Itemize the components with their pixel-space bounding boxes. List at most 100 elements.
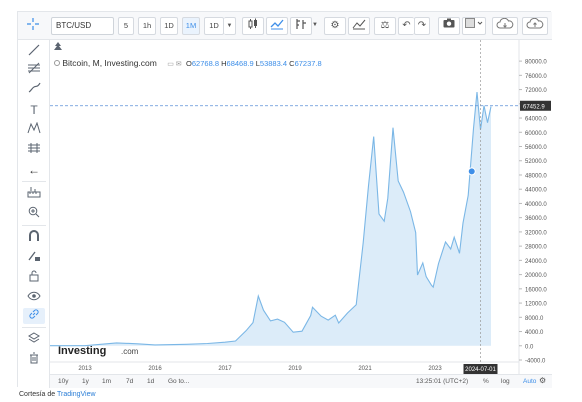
open-value: 62768.8 [191,59,220,68]
auto-toggle[interactable]: Auto [523,377,536,387]
candles-icon[interactable] [242,17,264,35]
y-tick-label: -4000.0 [525,359,546,365]
y-tick-label: 16000.0 [525,287,547,293]
back-arrow-icon[interactable]: ← [23,162,45,178]
drawing-toolbar: T ← [18,40,50,388]
cloud-save-icon[interactable] [522,17,548,35]
range-1m[interactable]: 1m [102,377,111,387]
magnet-icon[interactable] [23,230,45,246]
y-tick-label: 12000.0 [525,302,547,308]
y-tick-label: 44000.0 [525,188,547,194]
crosshair-cursor-icon[interactable] [22,17,44,35]
credit-prefix: Cortesía de [19,391,56,398]
interval-5[interactable]: 5 [118,17,134,35]
tradingview-link[interactable]: TradingView [57,391,96,398]
y-tick-label: 28000.0 [525,245,547,251]
date-marker-label: 2024-07-01 [465,367,496,373]
line-chart-icon[interactable] [266,17,288,35]
investing-logo: Investing [58,345,106,357]
gear-icon[interactable]: ⚙ [324,17,346,35]
y-tick-label: 72000.0 [525,88,547,94]
y-tick-label: 52000.0 [525,159,547,165]
y-tick-label: 24000.0 [525,259,547,265]
legend-status-dot [54,60,60,66]
ohlc-values: O62768.8 H68468.9 L53883.4 C67237.8 [186,59,322,68]
interval-1h[interactable]: 1h [138,17,156,35]
y-tick-label: 0.0 [525,344,534,350]
fib-icon[interactable] [23,62,45,78]
trend-line-icon[interactable] [23,44,45,60]
legend-title: Bitcoin, M, Investing.com [62,58,157,68]
cloud-load-icon[interactable] [492,17,518,35]
indicators-dropdown-icon[interactable]: ▼ [310,17,320,35]
x-tick-label: 2013 [78,366,92,372]
y-tick-label: 60000.0 [525,131,547,137]
zoom-in-icon[interactable] [23,206,45,222]
redo-icon[interactable]: ↷ [414,17,430,35]
link-icon[interactable] [23,308,45,324]
pattern-icon[interactable] [23,121,45,138]
credit: Cortesía de TradingView [19,391,96,398]
brush-icon[interactable] [23,82,45,98]
price-marker-label: 67452.9 [523,104,545,110]
x-tick-label: 2017 [218,366,232,372]
range-7d[interactable]: 7d [126,377,133,387]
chart-canvas[interactable]: 80000.076000.072000.068000.064000.060000… [50,40,552,375]
y-tick-label: 36000.0 [525,216,547,222]
y-tick-label: 48000.0 [525,173,547,179]
y-tick-label: 56000.0 [525,145,547,151]
goto-button[interactable]: Go to... [168,377,189,387]
sidebar-divider [22,181,46,182]
y-tick-label: 8000.0 [525,316,544,322]
chevron-down-icon[interactable]: ▼ [224,17,236,35]
sidebar-divider [22,225,46,226]
y-tick-label: 80000.0 [525,60,547,66]
measure-icon[interactable] [23,142,45,158]
symbol-input[interactable]: BTC/USD [51,17,114,35]
text-icon[interactable]: T [23,102,45,118]
trash-icon[interactable] [23,352,45,368]
price-chart[interactable]: 80000.076000.072000.068000.064000.060000… [50,40,552,375]
lock-draw-icon[interactable] [23,250,45,266]
layers-icon[interactable] [23,332,45,348]
y-tick-label: 64000.0 [525,117,547,123]
x-tick-label: 2016 [148,366,162,372]
close-value: 67237.8 [294,59,322,68]
x-tick-label: 2019 [288,366,302,372]
high-value: 68468.9 [226,59,254,68]
camera-icon[interactable] [438,17,460,35]
gear-icon[interactable]: ⚙ [539,376,546,386]
log-toggle[interactable]: log [501,377,510,387]
range-1d[interactable]: 1d [147,377,154,387]
low-value: 53883.4 [259,59,288,68]
compare-icon[interactable] [348,17,370,35]
undo-icon[interactable]: ↶ [398,17,414,35]
y-tick-label: 40000.0 [525,202,547,208]
investing-logo-suffix: .com [121,347,139,356]
interval-1m[interactable]: 1M [182,17,200,35]
range-10y[interactable]: 10y [58,377,68,387]
interval-1d[interactable]: 1D [160,17,178,35]
legend-hide-icon[interactable]: ▭ ✉ [167,61,181,68]
range-1y[interactable]: 1y [82,377,89,387]
sidebar-divider [22,327,46,328]
top-toolbar: BTC/USD 5 1h 1D 1M 1D ▼ ▼ ⚙ ⚖ ↶ ↷ [18,12,552,40]
layout-icon[interactable] [462,17,486,35]
price-area [50,92,491,346]
x-tick-label: 2021 [358,366,372,372]
bottom-toolbar: 10y 1y 1m 7d 1d Go to... 13:25:01 (UTC+2… [50,374,552,388]
lock-icon[interactable] [23,270,45,286]
clock: 13:25:01 (UTC+2) [416,378,469,385]
event-marker[interactable] [467,167,476,176]
eye-icon[interactable] [23,290,45,306]
chart-widget: BTC/USD 5 1h 1D 1M 1D ▼ ▼ ⚙ ⚖ ↶ ↷ T ← 80… [17,11,552,388]
y-tick-label: 32000.0 [525,230,547,236]
percent-toggle[interactable]: % [483,377,489,387]
y-tick-label: 20000.0 [525,273,547,279]
x-tick-label: 2023 [428,366,442,372]
ruler-icon[interactable] [23,186,45,202]
y-tick-label: 76000.0 [525,74,547,80]
interval-dropdown[interactable]: 1D [204,17,224,35]
indicators-icon[interactable] [290,17,312,35]
scales-icon[interactable]: ⚖ [374,17,396,35]
